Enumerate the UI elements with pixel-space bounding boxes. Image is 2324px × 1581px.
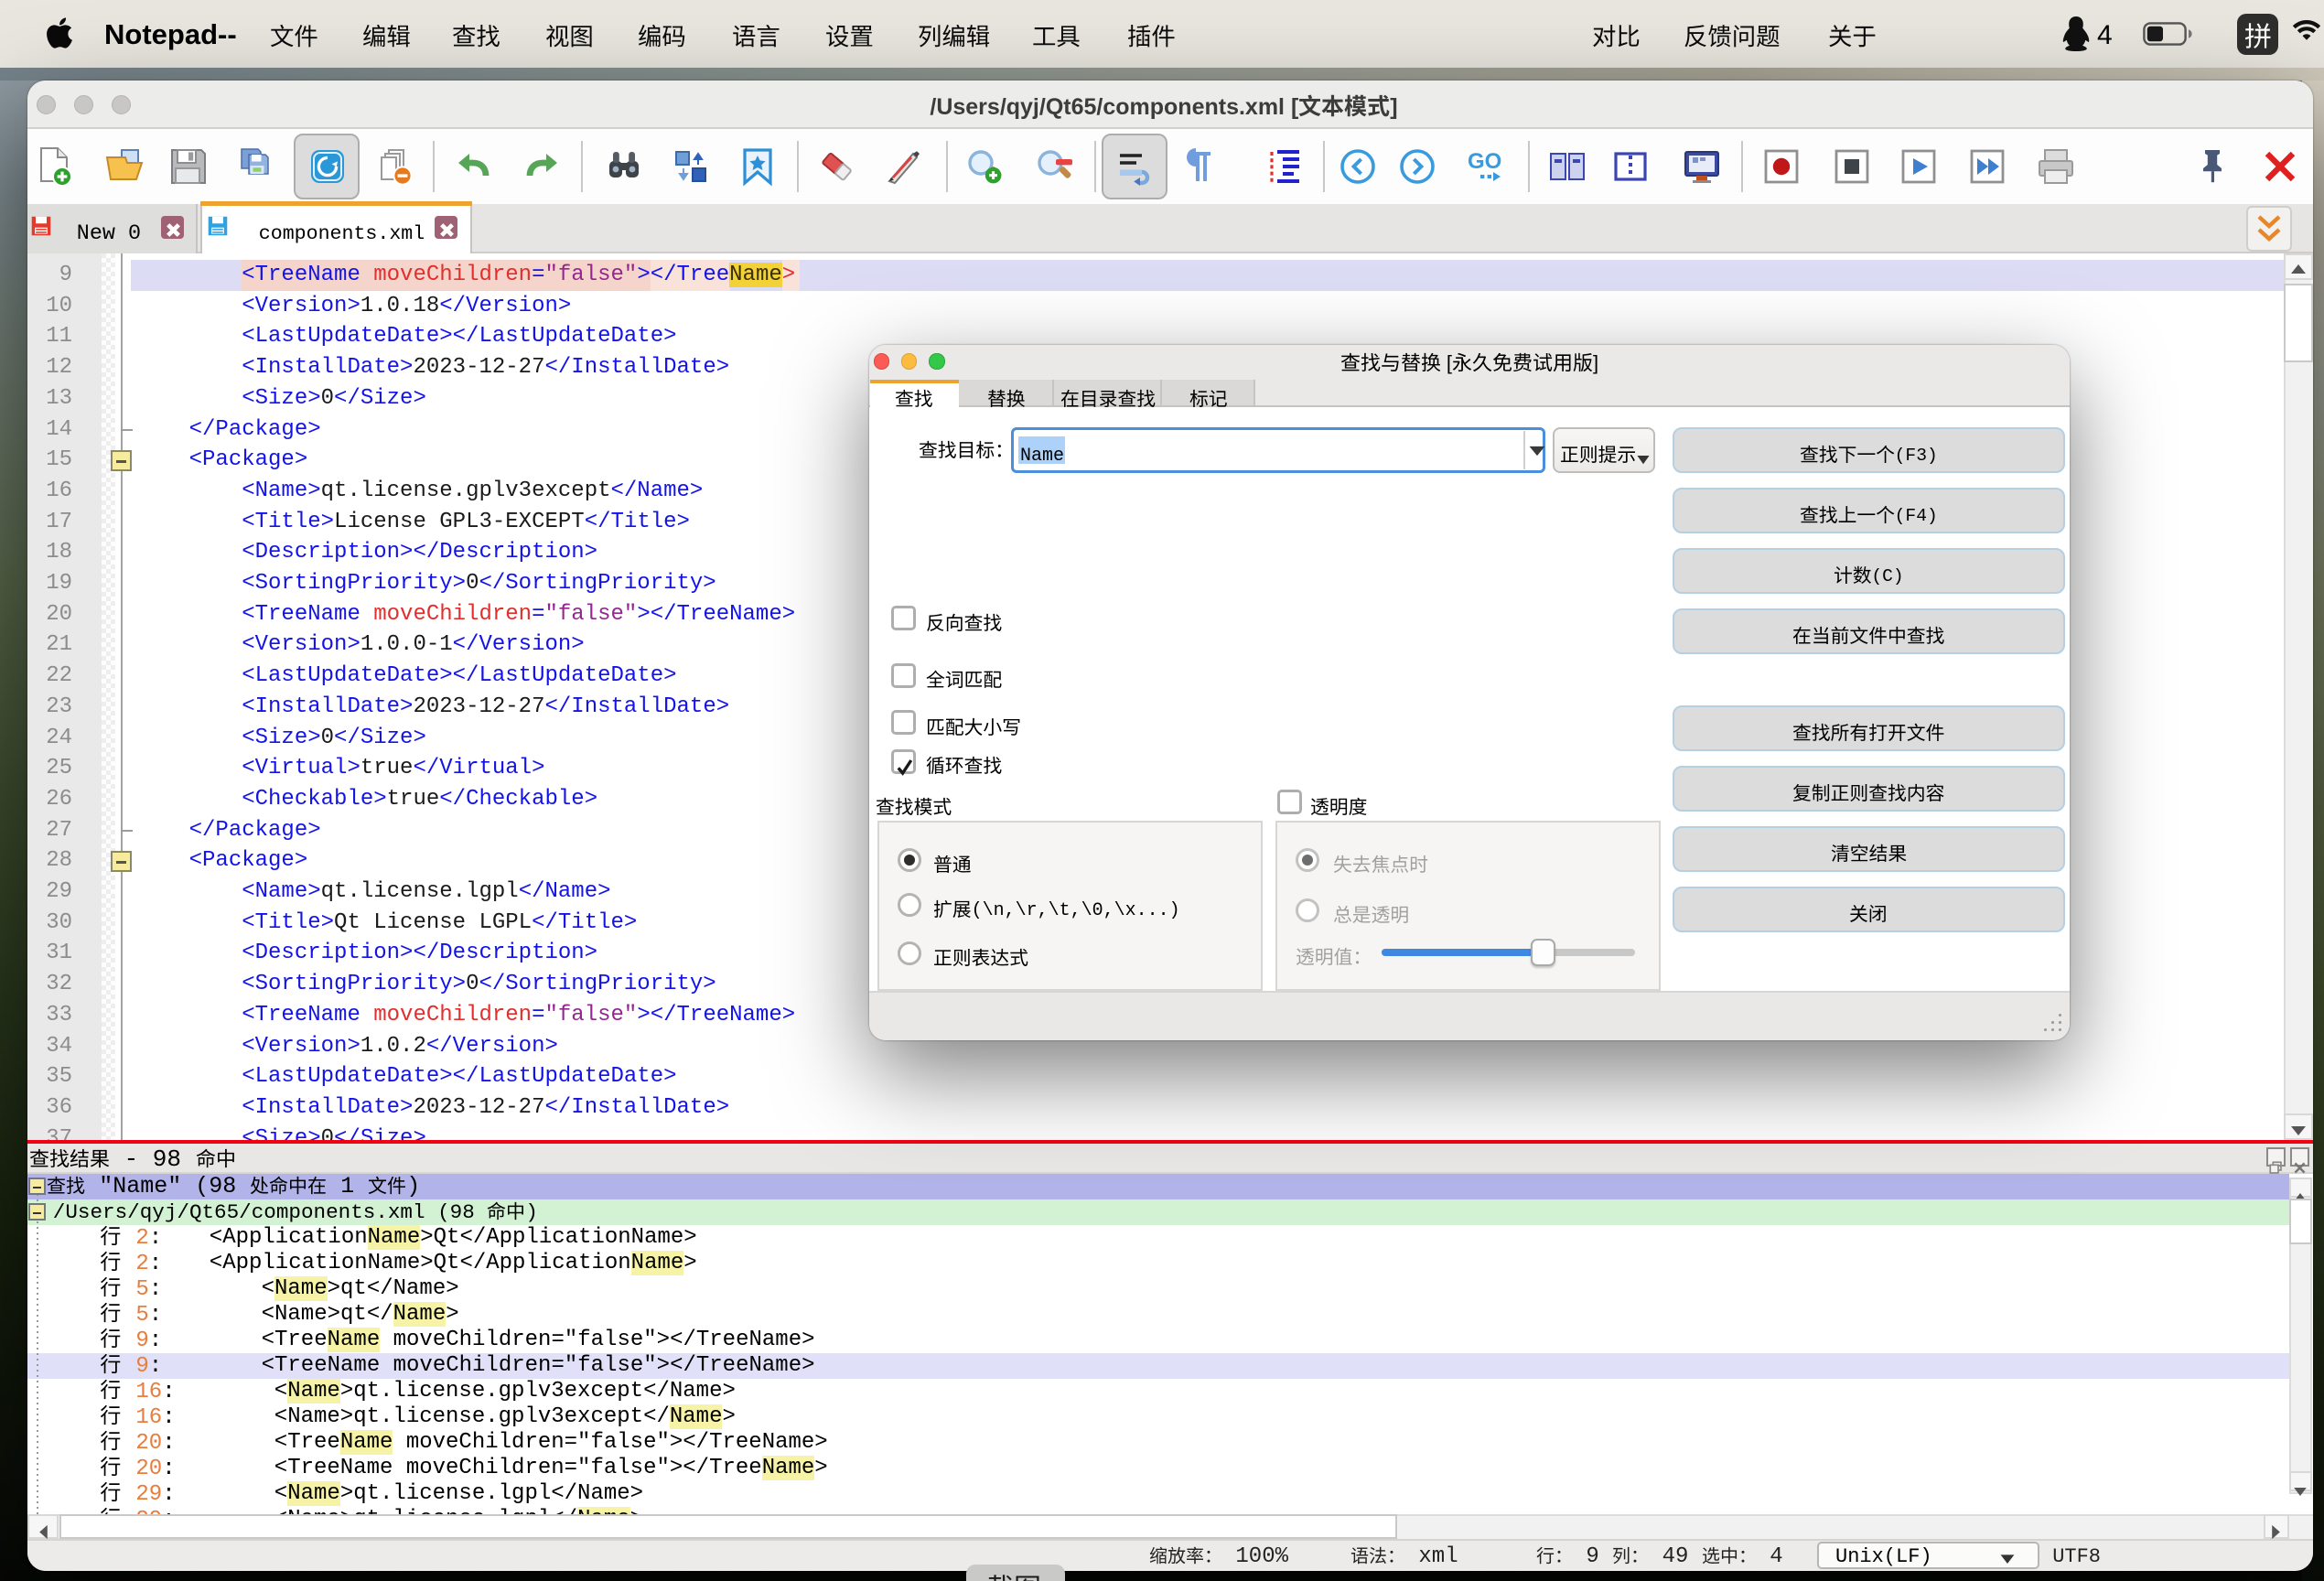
- svg-text:GO: GO: [1468, 149, 1501, 174]
